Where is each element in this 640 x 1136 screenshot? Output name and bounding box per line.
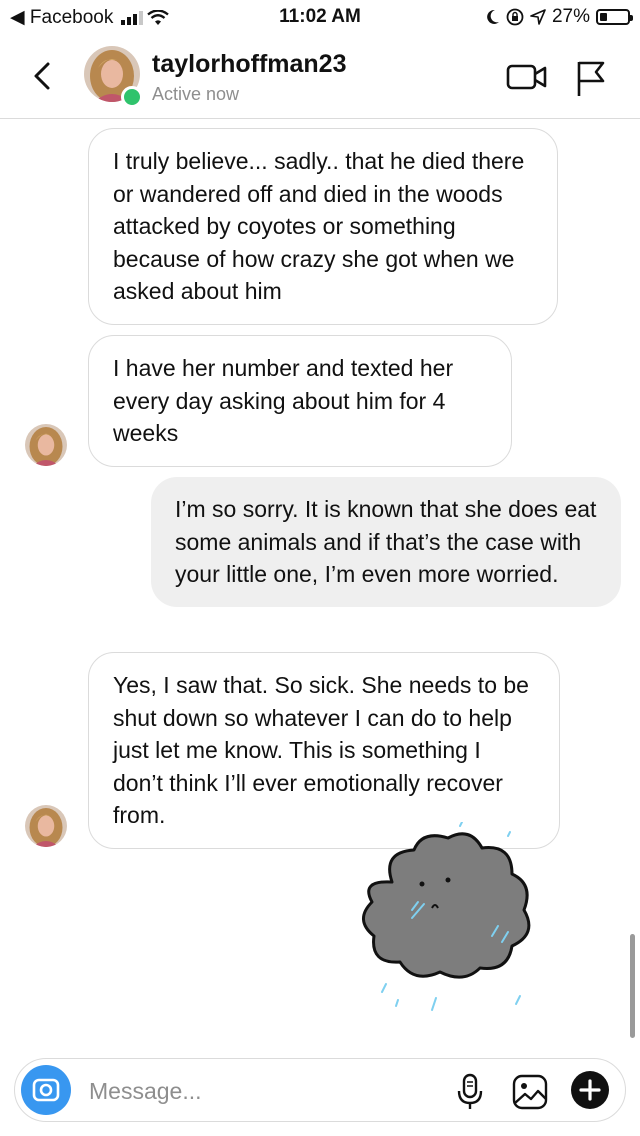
orientation-lock-icon [506, 8, 524, 26]
message-input[interactable] [87, 1073, 441, 1109]
add-content-button[interactable] [571, 1071, 609, 1109]
online-indicator [121, 86, 143, 108]
conversation-header: taylorhoffman23 Active now [0, 34, 640, 119]
camera-icon [32, 1078, 60, 1102]
message-bubble-received[interactable]: Yes, I saw that. So sick. She needs to b… [88, 652, 560, 849]
sender-avatar[interactable] [25, 805, 67, 847]
microphone-icon[interactable] [455, 1073, 485, 1111]
message-composer [14, 1058, 626, 1122]
location-icon [530, 9, 546, 25]
message-text: I have her number and texted her every d… [113, 355, 454, 446]
message-bubble-received[interactable]: I have her number and texted her every d… [88, 335, 512, 467]
message-text: I truly believe... sadly.. that he died … [113, 148, 525, 304]
message-text: I’m so sorry. It is known that she does … [175, 496, 597, 587]
moon-icon [487, 9, 499, 24]
presence-status: Active now [152, 84, 240, 104]
chat-username[interactable]: taylorhoffman23 [152, 50, 346, 79]
battery-icon [596, 9, 633, 25]
avatar-photo [25, 805, 67, 847]
status-bar: ◀ Facebook 11:02 AM 27% [0, 0, 640, 34]
gallery-icon[interactable] [511, 1073, 549, 1111]
sender-avatar[interactable] [25, 424, 67, 466]
battery-percent: 27% [551, 6, 590, 27]
video-call-icon[interactable] [506, 62, 548, 92]
camera-button[interactable] [21, 1065, 71, 1115]
sad-rain-cloud-sticker[interactable] [352, 822, 542, 1027]
back-chevron-icon[interactable] [26, 56, 62, 96]
scrollbar[interactable] [630, 934, 635, 1038]
plus-icon [579, 1079, 601, 1101]
message-bubble-sent[interactable]: I’m so sorry. It is known that she does … [151, 477, 621, 607]
status-right: 27% [486, 6, 633, 28]
message-bubble-received[interactable]: I truly believe... sadly.. that he died … [88, 128, 558, 325]
message-text: Yes, I saw that. So sick. She needs to b… [113, 672, 529, 828]
flag-icon[interactable] [574, 58, 608, 98]
avatar-photo [25, 424, 67, 466]
